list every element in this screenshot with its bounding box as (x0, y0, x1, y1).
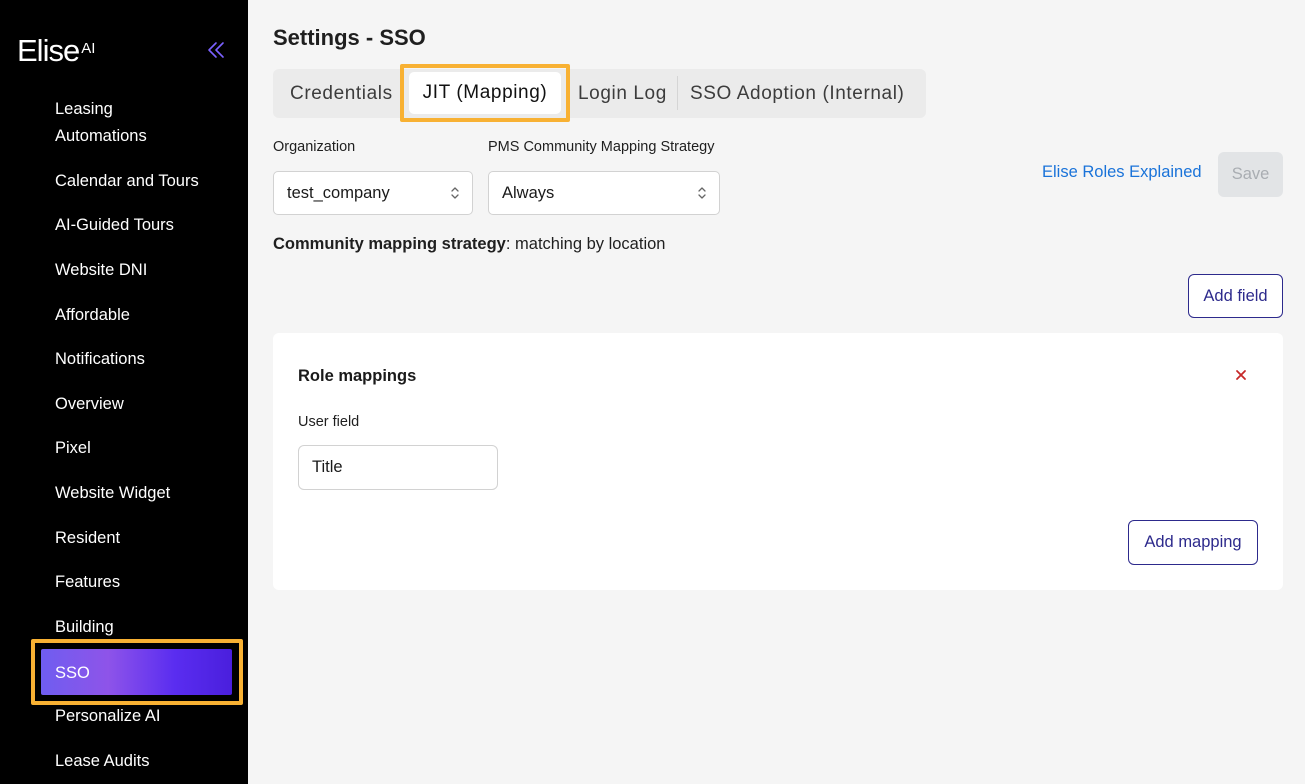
sidebar-item-affordable[interactable]: Affordable (55, 302, 130, 329)
save-button[interactable]: Save (1218, 152, 1283, 197)
sidebar-item-resident[interactable]: Resident (55, 525, 120, 552)
close-icon[interactable] (1232, 366, 1250, 384)
user-field-label: User field (298, 414, 360, 430)
tab-divider (677, 76, 678, 110)
sidebar-item-automations[interactable]: Automations (55, 123, 147, 150)
organization-label: Organization (273, 139, 356, 155)
sidebar-item-sso-label: SSO (55, 664, 90, 682)
sidebar-item-building[interactable]: Building (55, 614, 114, 641)
strategy-summary-value: : matching by location (505, 235, 666, 253)
elise-ai-logo[interactable]: Elise AI (17, 33, 95, 69)
community-mapping-strategy-text: Community mapping strategy: matching by … (273, 235, 665, 254)
tab-bar: Credentials Login Log SSO Adoption (Inte… (273, 69, 926, 118)
logo-text: Elise (17, 33, 80, 68)
page-title: Settings - SSO (273, 25, 426, 50)
tab-sso-adoption[interactable]: SSO Adoption (Internal) (690, 69, 904, 118)
add-field-button[interactable]: Add field (1188, 274, 1283, 318)
sidebar-item-features[interactable]: Features (55, 569, 120, 596)
chevron-updown-icon (451, 187, 459, 199)
organization-select[interactable]: test_company (273, 171, 473, 215)
tab-credentials[interactable]: Credentials (290, 69, 393, 118)
tab-jit-mapping[interactable]: JIT (Mapping) (409, 72, 561, 114)
logo-superscript: AI (81, 40, 96, 57)
sidebar-item-notifications[interactable]: Notifications (55, 346, 145, 373)
elise-roles-explained-link[interactable]: Elise Roles Explained (1042, 163, 1202, 182)
sidebar-item-overview[interactable]: Overview (55, 391, 124, 418)
sidebar-item-leasing[interactable]: Leasing (55, 96, 113, 123)
sidebar-item-personalize-ai[interactable]: Personalize AI (55, 703, 160, 730)
strategy-summary-label: Community mapping strategy (273, 235, 506, 253)
add-mapping-button[interactable]: Add mapping (1128, 520, 1258, 565)
sidebar: Elise AI Leasing Automations Calendar an… (0, 0, 248, 784)
sidebar-item-ai-guided-tours[interactable]: AI-Guided Tours (55, 212, 174, 239)
mapping-strategy-select[interactable]: Always (488, 171, 720, 215)
user-field-input[interactable]: Title (298, 445, 498, 490)
tab-login-log[interactable]: Login Log (578, 69, 667, 118)
role-mappings-card: Role mappings User field Title Add mappi… (273, 333, 1283, 590)
sidebar-item-calendar-and-tours[interactable]: Calendar and Tours (55, 168, 199, 195)
sidebar-item-website-widget[interactable]: Website Widget (55, 480, 170, 507)
organization-value: test_company (287, 184, 390, 202)
sidebar-item-pixel[interactable]: Pixel (55, 435, 91, 462)
card-title: Role mappings (298, 367, 417, 385)
mapping-strategy-label: PMS Community Mapping Strategy (488, 139, 715, 155)
collapse-sidebar-icon[interactable] (204, 38, 228, 62)
sidebar-item-lease-audits[interactable]: Lease Audits (55, 748, 150, 775)
chevron-updown-icon (698, 187, 706, 199)
mapping-strategy-value: Always (502, 184, 555, 202)
sidebar-item-website-dni[interactable]: Website DNI (55, 257, 147, 284)
